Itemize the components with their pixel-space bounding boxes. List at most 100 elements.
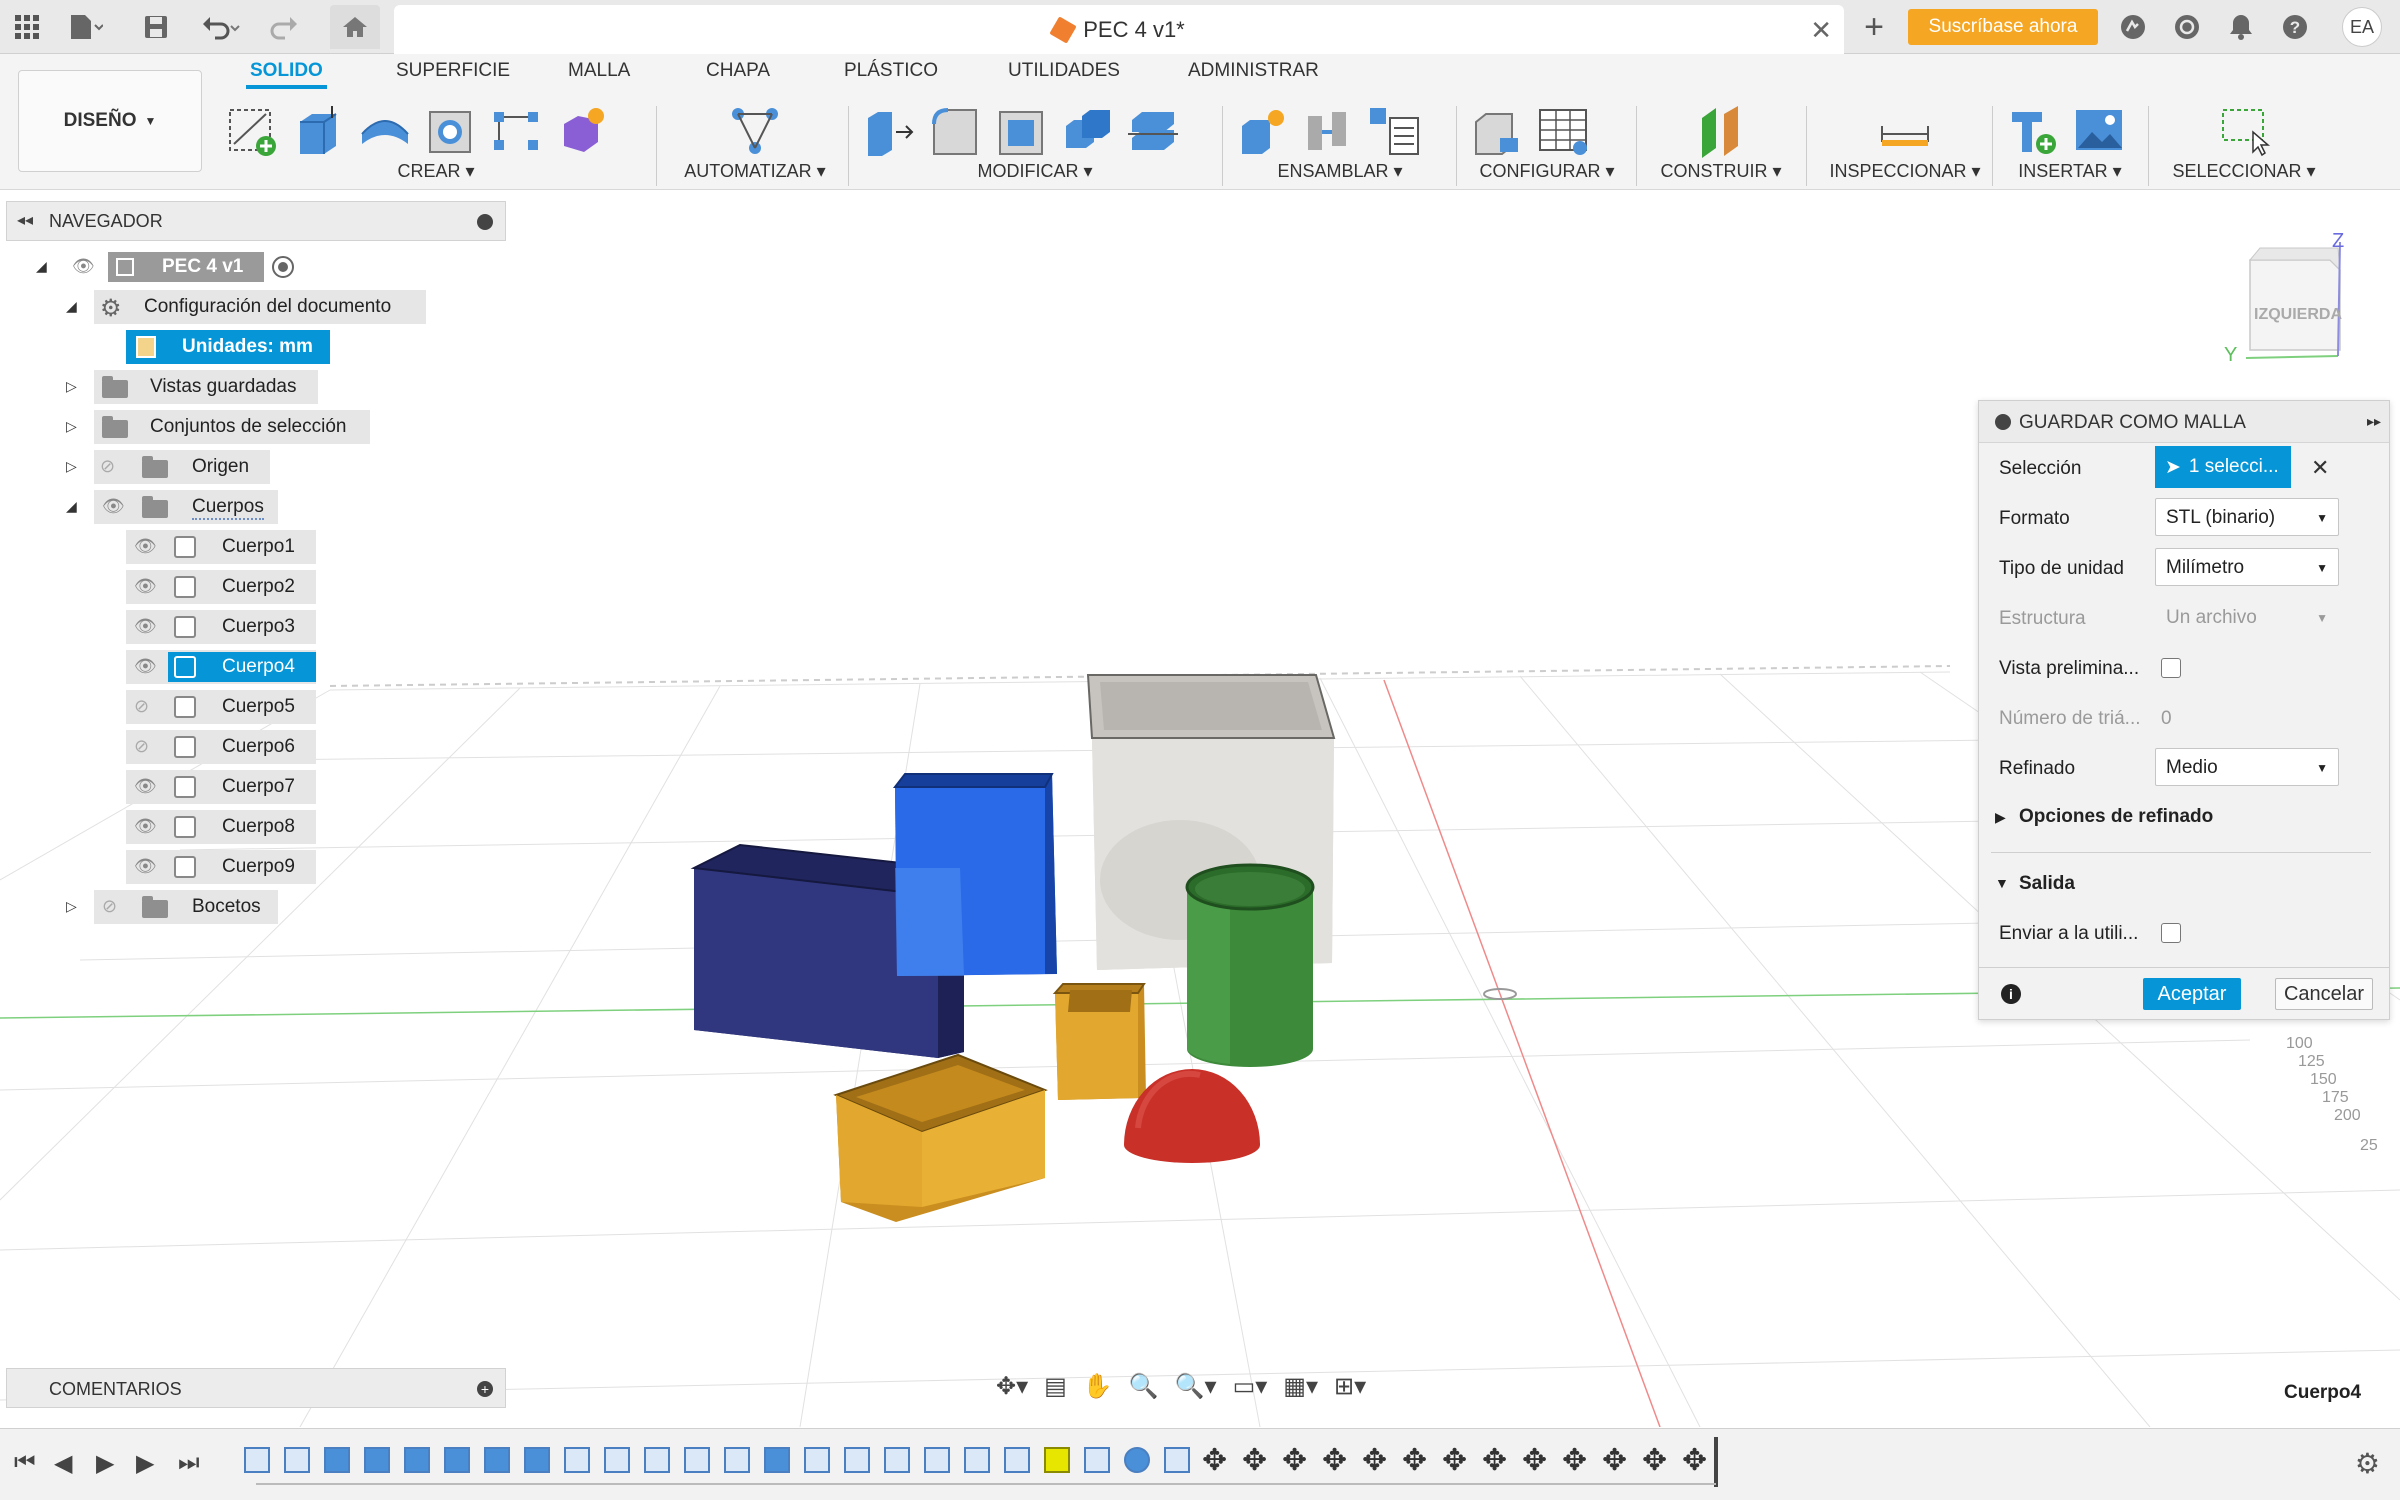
tab-utilidades[interactable]: UTILIDADES bbox=[1008, 60, 1120, 82]
ok-button[interactable]: Aceptar bbox=[2143, 978, 2241, 1010]
expand-triangle-icon[interactable]: ▷ bbox=[66, 378, 77, 395]
activate-radio-icon[interactable] bbox=[272, 256, 294, 278]
timeline-move-feature[interactable]: ✥ bbox=[1482, 1443, 1507, 1478]
save-icon[interactable] bbox=[140, 9, 172, 45]
viewports-icon[interactable]: ⊞▾ bbox=[1334, 1372, 1366, 1401]
collapse-triangle-icon[interactable]: ◢ bbox=[36, 258, 47, 275]
visibility-eye-icon[interactable]: 👁 bbox=[134, 856, 157, 877]
visibility-eye-icon[interactable]: 👁 bbox=[72, 256, 95, 277]
timeline-selected-feature[interactable] bbox=[1044, 1447, 1070, 1473]
visibility-eye-icon[interactable]: 👁 bbox=[102, 496, 125, 517]
extrude-icon[interactable] bbox=[292, 104, 346, 158]
job-status-icon[interactable] bbox=[2170, 9, 2204, 45]
skip-to-start-icon[interactable]: ⏮ bbox=[14, 1449, 36, 1477]
timeline-sketch-feature[interactable] bbox=[964, 1447, 990, 1473]
tab-solido[interactable]: SOLIDO bbox=[246, 60, 327, 89]
visibility-eye-icon[interactable]: 👁 bbox=[134, 776, 157, 797]
inspect-menu[interactable]: INSPECCIONAR ▾ bbox=[1820, 161, 1990, 182]
collapse-panel-icon[interactable]: ◂◂ bbox=[17, 210, 33, 230]
select-menu[interactable]: SELECCIONAR ▾ bbox=[2162, 161, 2326, 182]
refinement-options-section[interactable]: Opciones de refinado bbox=[2019, 806, 2213, 828]
expand-triangle-icon[interactable]: ▶ bbox=[1995, 809, 2006, 826]
timeline-sketch-feature[interactable] bbox=[844, 1447, 870, 1473]
timeline-move-feature[interactable]: ✥ bbox=[1562, 1443, 1587, 1478]
hidden-eye-icon[interactable]: ⊘ bbox=[134, 736, 149, 757]
unit-type-dropdown[interactable]: Milímetro ▼ bbox=[2155, 548, 2339, 586]
timeline-extrude-feature[interactable] bbox=[324, 1447, 350, 1473]
undo-icon[interactable] bbox=[196, 9, 246, 45]
timeline-sketch-feature[interactable] bbox=[724, 1447, 750, 1473]
timeline-extrude-feature[interactable] bbox=[364, 1447, 390, 1473]
new-component-icon[interactable] bbox=[1236, 104, 1290, 158]
fillet-icon[interactable] bbox=[928, 104, 982, 158]
collapse-triangle-icon[interactable]: ▼ bbox=[1995, 875, 2009, 891]
home-icon[interactable] bbox=[330, 5, 380, 49]
split-body-icon[interactable] bbox=[1126, 104, 1180, 158]
timeline-sketch-feature[interactable] bbox=[644, 1447, 670, 1473]
timeline-move-feature[interactable]: ✥ bbox=[1682, 1443, 1707, 1478]
visibility-eye-icon[interactable]: 👁 bbox=[134, 816, 157, 837]
pin-panel-icon[interactable] bbox=[477, 214, 493, 230]
form-icon[interactable] bbox=[556, 104, 610, 158]
body-large-yellow-box[interactable] bbox=[833, 1053, 1048, 1222]
insert-derive-icon[interactable] bbox=[2006, 104, 2060, 158]
timeline-extrude-feature[interactable] bbox=[764, 1447, 790, 1473]
joint-icon[interactable] bbox=[1302, 104, 1356, 158]
selection-field[interactable]: ➤ 1 selecci... bbox=[2155, 446, 2291, 488]
select-icon[interactable] bbox=[2217, 104, 2271, 158]
collapse-dialog-icon[interactable] bbox=[1995, 414, 2011, 430]
insert-image-icon[interactable] bbox=[2072, 104, 2126, 158]
expand-triangle-icon[interactable]: ▷ bbox=[66, 898, 77, 915]
body-green-cylinder[interactable] bbox=[1185, 863, 1315, 1067]
assemble-menu[interactable]: ENSAMBLAR ▾ bbox=[1236, 161, 1444, 182]
tab-superficie[interactable]: SUPERFICIE bbox=[396, 60, 510, 82]
timeline-move-feature[interactable]: ✥ bbox=[1362, 1443, 1387, 1478]
new-tab-icon[interactable]: + bbox=[1856, 8, 1892, 46]
step-back-icon[interactable]: ◀ bbox=[54, 1449, 72, 1478]
document-tab[interactable]: PEC 4 v1* ✕ bbox=[394, 5, 1844, 54]
configure-model-icon[interactable] bbox=[1470, 104, 1524, 158]
zoom-icon[interactable]: 🔍 bbox=[1129, 1372, 1159, 1401]
body-blue-box[interactable] bbox=[892, 773, 1057, 976]
collapse-triangle-icon[interactable]: ◢ bbox=[66, 498, 77, 515]
configuration-table-icon[interactable] bbox=[1536, 104, 1590, 158]
timeline-sketch-feature[interactable] bbox=[884, 1447, 910, 1473]
visibility-eye-icon[interactable]: 👁 bbox=[134, 656, 157, 677]
add-comment-icon[interactable]: + bbox=[477, 1381, 493, 1397]
timeline-move-feature[interactable]: ✥ bbox=[1522, 1443, 1547, 1478]
tab-chapa[interactable]: CHAPA bbox=[706, 60, 770, 82]
hidden-eye-icon[interactable]: ⊘ bbox=[134, 696, 149, 717]
modify-menu[interactable]: MODIFICAR ▾ bbox=[862, 161, 1208, 182]
pattern-icon[interactable] bbox=[490, 104, 544, 158]
visibility-eye-icon[interactable]: 👁 bbox=[134, 576, 157, 597]
extensions-icon[interactable] bbox=[2116, 9, 2150, 45]
timeline-move-feature[interactable]: ✥ bbox=[1602, 1443, 1627, 1478]
combine-icon[interactable] bbox=[1060, 104, 1114, 158]
timeline-move-feature[interactable]: ✥ bbox=[1402, 1443, 1427, 1478]
tab-malla[interactable]: MALLA bbox=[568, 60, 630, 82]
timeline-move-feature[interactable]: ✥ bbox=[1282, 1443, 1307, 1478]
create-sketch-icon[interactable] bbox=[226, 104, 280, 158]
refinement-dropdown[interactable]: Medio ▼ bbox=[2155, 748, 2339, 786]
timeline-shell-feature[interactable] bbox=[564, 1447, 590, 1473]
timeline-sketch-feature[interactable] bbox=[1004, 1447, 1030, 1473]
grid-settings-icon[interactable]: ▦▾ bbox=[1283, 1372, 1318, 1401]
visibility-eye-icon[interactable]: 👁 bbox=[134, 616, 157, 637]
timeline-revolve-feature[interactable] bbox=[1124, 1447, 1150, 1473]
hole-icon[interactable] bbox=[424, 104, 478, 158]
help-icon[interactable]: ? bbox=[2278, 9, 2312, 45]
timeline-settings-gear-icon[interactable]: ⚙ bbox=[2355, 1447, 2380, 1480]
expand-dialog-icon[interactable]: ▸▸ bbox=[2367, 413, 2381, 430]
timeline-sketch-feature[interactable] bbox=[924, 1447, 950, 1473]
fit-zoom-icon[interactable]: 🔍▾ bbox=[1175, 1372, 1217, 1401]
configure-menu[interactable]: CONFIGURAR ▾ bbox=[1470, 161, 1624, 182]
insert-menu[interactable]: INSERTAR ▾ bbox=[2006, 161, 2134, 182]
clear-selection-icon[interactable]: ✕ bbox=[2311, 455, 2329, 481]
display-settings-icon[interactable]: ▭▾ bbox=[1233, 1372, 1268, 1401]
shell-icon[interactable] bbox=[994, 104, 1048, 158]
preview-checkbox[interactable] bbox=[2161, 658, 2181, 678]
create-menu[interactable]: CREAR ▾ bbox=[226, 161, 646, 182]
automate-icon[interactable] bbox=[728, 104, 782, 158]
timeline-sketch-feature[interactable] bbox=[1084, 1447, 1110, 1473]
tab-plastico[interactable]: PLÁSTICO bbox=[844, 60, 938, 82]
